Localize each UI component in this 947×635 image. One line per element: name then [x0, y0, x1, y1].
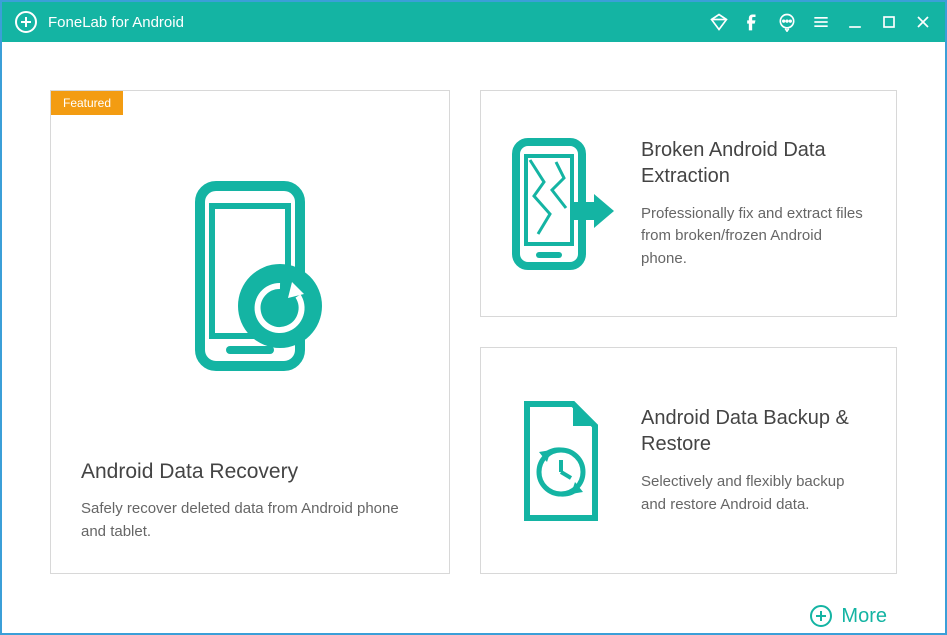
card-android-data-recovery[interactable]: Featured Android Data Recovery Safely re… — [50, 90, 450, 574]
backup-file-icon — [506, 396, 616, 526]
card-backup-restore[interactable]: Android Data Backup & Restore Selectivel… — [480, 347, 897, 574]
menu-icon[interactable] — [811, 12, 831, 32]
backup-title: Android Data Backup & Restore — [641, 405, 871, 457]
diamond-icon[interactable] — [709, 12, 729, 32]
more-label: More — [841, 605, 887, 628]
extraction-desc: Professionally fix and extract files fro… — [641, 203, 871, 271]
maximize-icon[interactable] — [879, 12, 899, 32]
more-button[interactable]: More — [50, 604, 897, 628]
right-column: Broken Android Data Extraction Professio… — [480, 90, 897, 574]
main-content: Featured Android Data Recovery Safely re… — [2, 42, 945, 633]
facebook-icon[interactable] — [743, 12, 763, 32]
broken-phone-icon — [506, 134, 616, 274]
minimize-icon[interactable] — [845, 12, 865, 32]
app-logo-icon — [14, 10, 38, 34]
recovery-desc: Safely recover deleted data from Android… — [81, 498, 419, 543]
recovery-phone-icon — [81, 91, 419, 460]
extraction-title: Broken Android Data Extraction — [641, 137, 871, 189]
cards-row: Featured Android Data Recovery Safely re… — [50, 90, 897, 574]
titlebar-actions — [709, 12, 933, 32]
titlebar: FoneLab for Android — [2, 2, 945, 42]
recovery-title: Android Data Recovery — [81, 460, 419, 484]
backup-desc: Selectively and flexibly backup and rest… — [641, 471, 871, 516]
app-title: FoneLab for Android — [48, 14, 709, 31]
plus-circle-icon — [809, 604, 833, 628]
featured-badge: Featured — [51, 91, 123, 115]
feedback-icon[interactable] — [777, 12, 797, 32]
card-broken-data-extraction[interactable]: Broken Android Data Extraction Professio… — [480, 90, 897, 317]
close-icon[interactable] — [913, 12, 933, 32]
